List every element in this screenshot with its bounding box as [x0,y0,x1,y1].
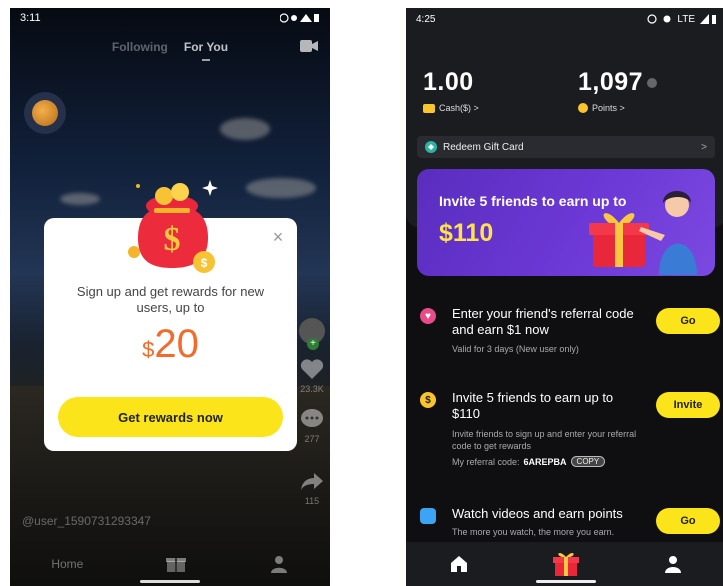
go-button[interactable]: Go [656,308,720,334]
svg-text:$: $ [164,221,181,258]
reward-value: 20 [154,322,199,366]
gift-card-icon [425,141,437,153]
video-username[interactable]: @user_1590731293347 [22,514,151,528]
points-value-row: 1,097 [578,68,658,97]
copy-button[interactable]: COPY [570,456,606,467]
status-time: 4:25 [416,13,436,25]
gift-person-illustration [589,191,697,275]
coin-timer-icon[interactable] [24,92,66,134]
nav-rewards[interactable] [552,551,579,577]
task-subtitle: The more you watch, the more you earn. [452,527,615,537]
task-invite-friends: $ Invite 5 friends to earn up to $110 In… [420,390,720,480]
camera-icon[interactable] [300,40,318,52]
svg-text:$: $ [201,256,208,270]
referral-code-value: 6AREPBA [523,456,567,467]
data-saver-icon [663,15,671,23]
chevron-right-icon: > [701,141,707,153]
status-bar: 3:11 [10,8,330,28]
nav-home[interactable]: Home [51,557,83,571]
nav-home[interactable] [446,551,472,577]
gesture-bar [536,580,596,583]
task-title: Watch videos and earn points [452,506,623,521]
cash-balance[interactable]: 1.00 Cash($) > [423,68,479,113]
status-icons: LTE [647,14,716,25]
dollar-coin-icon: $ [420,392,436,408]
gift-icon[interactable] [166,555,186,573]
redeem-label: Redeem Gift Card [443,141,524,153]
right-phone-screen: 4:25 LTE 1.00 Cash($) > 1,097 Points > R… [406,8,723,586]
comments-count: 277 [304,434,320,444]
home-icon [451,556,468,572]
info-icon[interactable] [647,78,658,89]
left-phone-screen: 3:11 Following For You + 23.3K 277 115 @… [10,8,330,586]
status-icons [280,13,320,23]
comment-icon[interactable] [300,408,324,430]
invite-promo-banner[interactable]: Invite 5 friends to earn up to $110 [417,169,715,276]
points-balance[interactable]: 1,097 Points > [578,68,658,113]
points-value: 1,097 [578,68,644,96]
task-watch-videos: Watch videos and earn points The more yo… [420,506,720,540]
redeem-gift-card-row[interactable]: Redeem Gift Card > [417,136,715,158]
task-subtitle: Valid for 3 days (New user only) [452,344,579,354]
profile-icon [664,556,681,573]
cash-value: 1.00 [423,68,474,96]
tv-icon [420,508,436,524]
money-bag-icon: $ $ [128,180,218,273]
points-label: Points > [592,103,625,113]
network-label: LTE [677,13,695,25]
alarm-icon [647,14,657,24]
signup-reward-modal: $ $ × Sign up and get rewards for new us… [44,180,297,451]
profile-icon[interactable] [269,555,289,573]
side-actions: + 23.3K 277 115 [298,318,326,506]
cash-icon [423,103,435,113]
invite-button[interactable]: Invite [656,392,720,418]
shares-count: 115 [304,496,320,506]
nav-profile[interactable] [660,551,686,577]
modal-message: Sign up and get rewards for new users, u… [76,284,265,315]
cash-label: Cash($) > [439,103,479,113]
heart-icon[interactable] [300,358,324,380]
status-time: 3:11 [20,12,41,24]
go-button[interactable]: Go [656,508,720,534]
creator-avatar[interactable]: + [299,318,325,350]
reward-amount: $20 [44,322,297,367]
follow-plus-icon[interactable]: + [307,338,319,350]
points-label-row: Points > [578,103,657,113]
share-icon[interactable] [300,470,324,492]
task-title: Invite 5 friends to earn up to $110 [452,390,614,421]
reward-currency: $ [142,337,155,362]
feed-tabs: Following For You [10,40,330,61]
cash-label-row: Cash($) > [423,103,479,113]
heart-badge-icon: ♥ [420,308,436,324]
task-title: Enter your friend's referral code and ea… [452,306,634,337]
tab-following[interactable]: Following [112,40,168,54]
gift-icon [552,552,579,576]
close-icon[interactable]: × [271,228,285,246]
task-referral-code: ♥ Enter your friend's referral code and … [420,306,720,366]
tab-for-you[interactable]: For You [184,40,228,61]
system-icons [280,13,319,23]
referral-code-row: My referral code: 6AREPBA COPY [452,456,606,467]
task-subtitle: Invite friends to sign up and enter your… [452,429,637,451]
promo-amount: $110 [439,219,494,247]
signal-battery-icon [700,14,716,24]
points-coin-icon [578,103,588,113]
gesture-bar [140,580,200,583]
status-bar: 4:25 LTE [406,8,723,30]
get-rewards-button[interactable]: Get rewards now [58,397,283,437]
likes-count: 23.3K [300,384,324,394]
referral-code-label: My referral code: [452,456,520,467]
